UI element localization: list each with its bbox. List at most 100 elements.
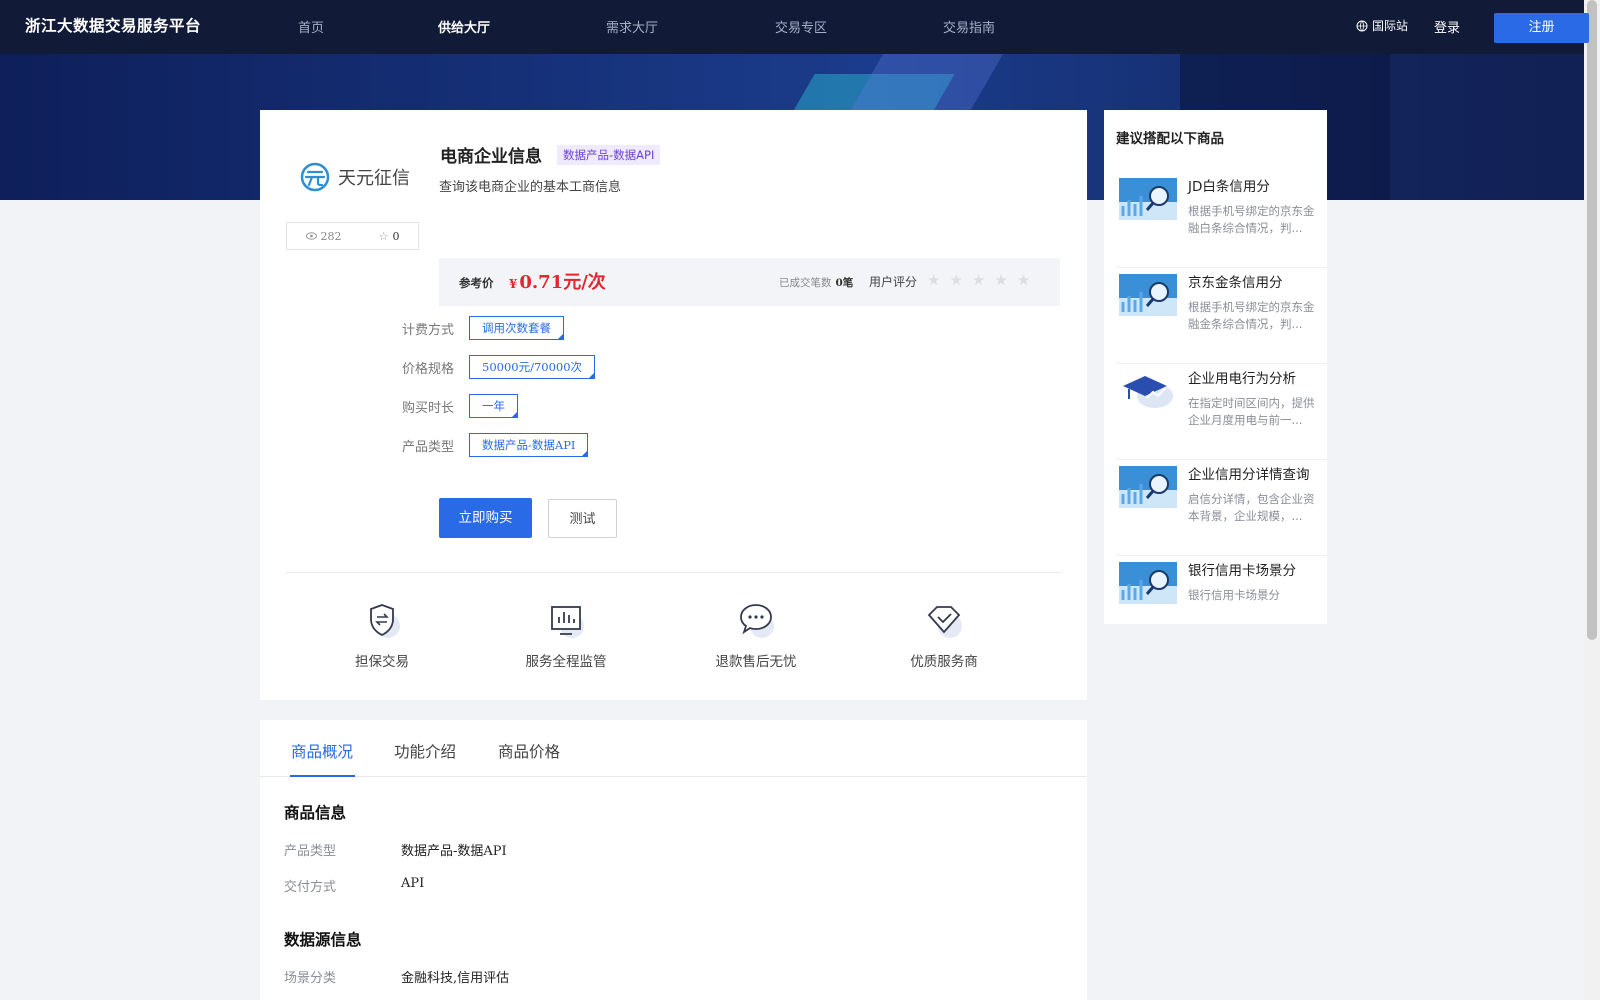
info-value: 金融科技,信用评估 [401,971,510,986]
spec-option-duration[interactable]: 一年 [469,394,518,418]
magnifier-chart-thumb [1119,274,1177,316]
trade-count-label: 已成交笔数 [779,277,832,289]
info-key: 产品类型 [284,844,337,859]
recommend-item-name: 企业信用分详情查询 [1188,467,1310,483]
spec-row-price-spec: 价格规格 50000元/70000次 [402,355,596,379]
source-info-title: 数据源信息 [284,931,362,949]
recommend-item-name: 银行信用卡场景分 [1188,563,1296,579]
feature-label: 服务全程监管 [525,654,607,670]
recommend-item-desc: 在指定时间区间内，提供企业月度用电与前一... [1188,396,1315,427]
info-key: 场景分类 [284,971,337,986]
recommend-item-desc: 根据手机号绑定的京东金融白条综合情况，判... [1188,204,1315,235]
spec-option-product-type[interactable]: 数据产品-数据API [469,433,589,457]
magnifier-chart-thumb [1119,562,1177,604]
info-key: 交付方式 [284,880,337,895]
product-info-title: 商品信息 [284,804,347,822]
diamond-check-icon [924,600,964,640]
nav-item-trade-guide[interactable]: 交易指南 [943,17,995,36]
spec-label: 价格规格 [402,361,455,377]
view-count: 282 [305,229,342,243]
register-button[interactable]: 注册 [1494,13,1589,43]
buy-now-button[interactable]: 立即购买 [439,498,532,538]
magnifier-chart-thumb [1119,178,1177,220]
recommendation-title: 建议搭配以下商品 [1116,131,1224,147]
magnifier-chart-thumb [1119,466,1177,508]
price-value: ¥0.71元/次 [509,268,606,294]
spec-label: 产品类型 [402,439,455,455]
recommend-item-desc: 银行信用卡场景分 [1188,588,1280,602]
active-tab-indicator [290,775,355,777]
nav-item-home[interactable]: 首页 [298,17,324,36]
rating-label: 用户评分 [869,275,918,289]
recommend-item-desc: 启信分详情，包含企业资本背景，企业规模，... [1188,492,1315,523]
recommend-item-name: JD白条信用分 [1188,179,1270,195]
info-value: API [401,876,425,891]
product-description: 查询该电商企业的基本工商信息 [439,180,622,195]
divider [286,572,1061,573]
spec-row-billing: 计费方式 调用次数套餐 [402,316,564,340]
recommend-item[interactable]: 银行信用卡场景分 银行信用卡场景分 [1116,556,1327,622]
recommend-item[interactable]: 京东金条信用分 根据手机号绑定的京东金融金条综合情况，判... [1116,268,1327,364]
test-button[interactable]: 测试 [548,499,617,538]
nav-item-supply-hall[interactable]: 供给大厅 [438,17,490,36]
favorite-count[interactable]: ☆ 0 [379,230,400,243]
eye-icon [305,232,317,240]
brand-logo: 天元征信 [300,162,410,192]
price-label: 参考价 [459,276,494,290]
recommend-item-name: 京东金条信用分 [1188,275,1283,291]
feature-guaranteed-trade: 担保交易 [312,600,452,670]
globe-icon [1356,20,1368,31]
currency-symbol: ¥ [509,277,518,291]
info-value: 数据产品-数据API [401,844,507,859]
recommend-item-name: 企业用电行为分析 [1188,371,1296,387]
feature-label: 退款售后无忧 [715,654,797,670]
nav-item-demand-hall[interactable]: 需求大厅 [606,17,658,36]
login-link[interactable]: 登录 [1434,17,1460,36]
star-icon[interactable]: ★ [1017,271,1030,289]
international-site-link[interactable]: 国际站 [1356,17,1408,34]
banner-decoration [1390,54,1584,200]
product-details-card: 商品概况 功能介绍 商品价格 商品信息 产品类型 数据产品-数据API 交付方式… [260,720,1087,1000]
star-icon[interactable]: ★ [972,271,985,289]
trade-count: 已成交笔数 0笔 [779,275,853,290]
feature-full-supervision: 服务全程监管 [496,600,636,670]
product-title: 电商企业信息 [440,147,542,167]
product-category-tag: 数据产品-数据API [557,145,661,165]
page-scrollbar[interactable] [1584,0,1600,1000]
recommend-item-desc: 根据手机号绑定的京东金融金条综合情况，判... [1188,300,1315,331]
feature-refund-support: 退款售后无忧 [686,600,826,670]
detail-tabs: 商品概况 功能介绍 商品价格 [260,720,1087,777]
spec-label: 购买时长 [402,400,455,416]
recommend-item[interactable]: JD白条信用分 根据手机号绑定的京东金融白条综合情况，判... [1116,172,1327,268]
feature-quality-provider: 优质服务商 [874,600,1014,670]
star-icon[interactable]: ★ [994,271,1007,289]
spec-row-product-type: 产品类型 数据产品-数据API [402,433,589,457]
nav-item-trade-zone[interactable]: 交易专区 [775,17,827,36]
recommend-item[interactable]: 企业用电行为分析 在指定时间区间内，提供企业月度用电与前一... [1116,364,1327,460]
top-navigation-bar: 浙江大数据交易服务平台 首页 供给大厅 需求大厅 交易专区 交易指南 国际站 登… [0,0,1589,54]
rating-stars[interactable]: ★ ★ ★ ★ ★ [927,271,1030,289]
tianyuan-logo-icon [300,162,330,192]
spec-row-duration: 购买时长 一年 [402,394,518,418]
scrollbar-thumb[interactable] [1587,0,1597,640]
favorite-count-value: 0 [392,229,400,243]
feature-label: 优质服务商 [910,654,978,670]
recommend-item[interactable]: 企业信用分详情查询 启信分详情，包含企业资本背景，企业规模，... [1116,460,1327,556]
star-icon[interactable]: ★ [927,271,940,289]
recommendation-panel: 建议搭配以下商品 JD白条信用分 根据手机号绑定的京东金融白条综合情况，判...… [1104,110,1327,624]
product-stats: 282 ☆ 0 [286,222,419,250]
spec-label: 计费方式 [402,322,455,338]
spec-option-price-spec[interactable]: 50000元/70000次 [469,355,596,379]
info-row: 产品类型 数据产品-数据API [284,840,507,859]
star-icon[interactable]: ★ [949,271,962,289]
tab-features[interactable]: 功能介绍 [394,740,456,762]
graduation-chart-thumb [1119,370,1177,412]
site-logo-title[interactable]: 浙江大数据交易服务平台 [25,14,201,36]
tab-overview[interactable]: 商品概况 [291,740,353,762]
view-count-value: 282 [320,229,342,243]
price-bar: 参考价 ¥0.71元/次 已成交笔数 0笔 用户评分 ★ ★ ★ ★ ★ [439,258,1060,306]
price-amount: 0.71元/次 [519,272,606,293]
spec-option-billing[interactable]: 调用次数套餐 [469,316,564,340]
brand-name: 天元征信 [338,168,410,189]
tab-pricing[interactable]: 商品价格 [498,740,560,762]
